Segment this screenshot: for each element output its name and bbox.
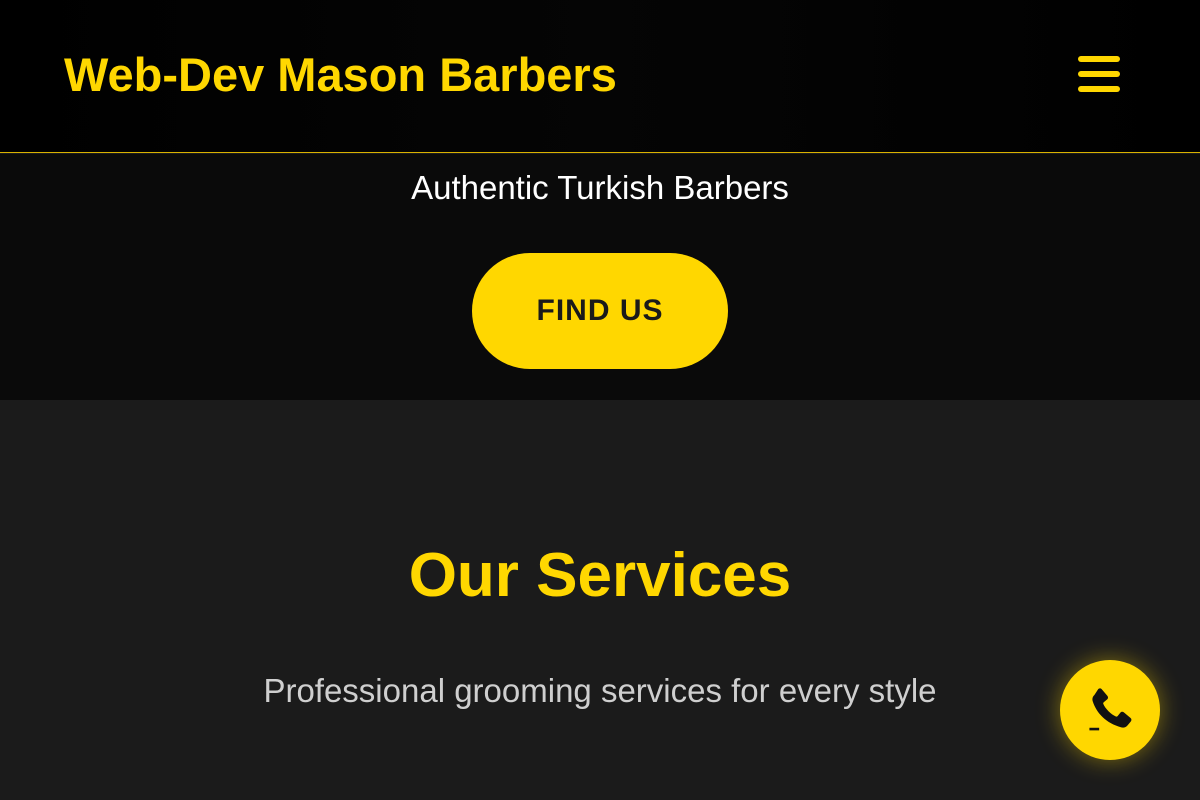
phone-icon [1089,688,1132,731]
menu-bar-top [1078,56,1120,62]
services-title: Our Services [408,541,792,610]
site-header: Web-Dev Mason Barbers [0,0,1200,153]
brand-logo-text[interactable]: Web-Dev Mason Barbers [64,48,617,102]
services-section: Our Services Professional grooming servi… [0,400,1200,800]
call-button[interactable] [1060,660,1160,760]
find-us-button[interactable]: FIND US [472,253,728,369]
menu-bar-middle [1078,71,1120,77]
hero-tagline: Authentic Turkish Barbers [411,169,789,206]
hamburger-menu-icon[interactable] [1074,52,1124,96]
menu-bar-bottom [1078,86,1120,92]
services-subtitle: Professional grooming services for every… [263,672,937,709]
hero-section: Authentic Turkish Barbers FIND US [0,154,1200,400]
